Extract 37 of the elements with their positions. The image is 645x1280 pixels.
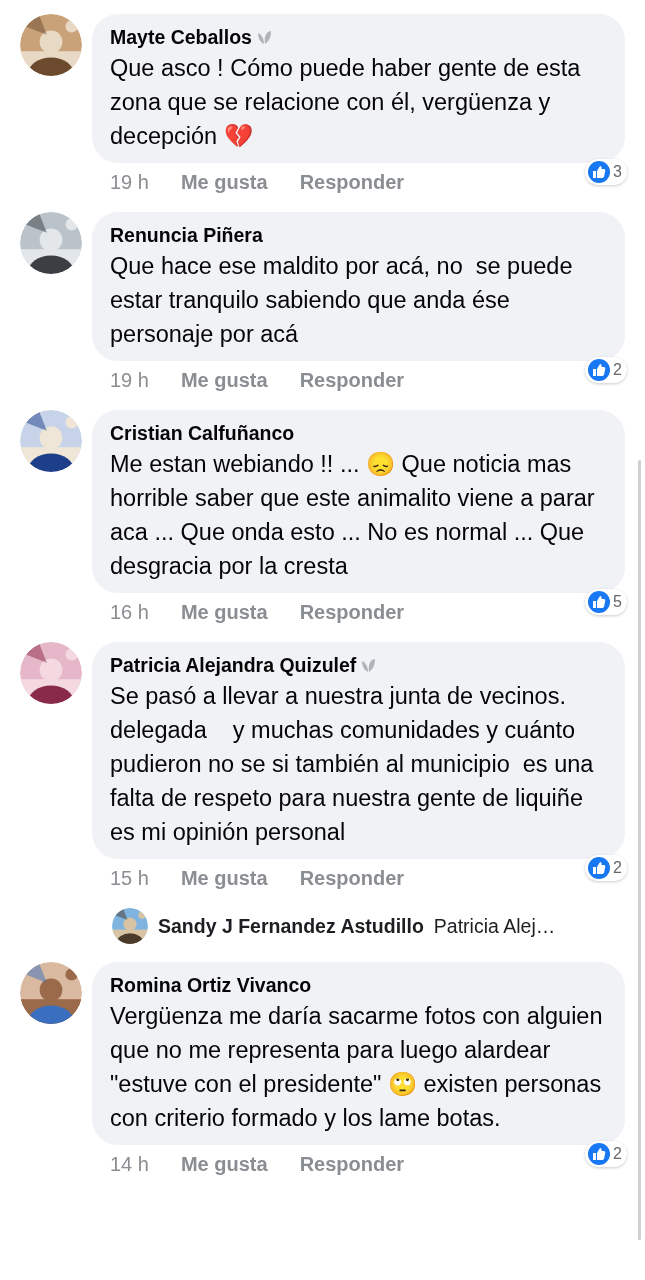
like-icon <box>588 591 611 613</box>
reply-link[interactable]: Responder <box>299 867 405 890</box>
reaction-count[interactable]: 2 <box>585 855 627 881</box>
comment-text: Vergüenza me daría sacarme fotos con alguien que no me representa para luego alardear "estuve con el presidente" 🙄 existen personas con criterio formado y los lame botas. <box>110 1002 604 1133</box>
timestamp: 19 h <box>110 171 149 194</box>
timestamp: 15 h <box>110 867 149 890</box>
reply-link[interactable]: Responder <box>299 369 405 392</box>
comment-text: Que hace ese maldito por acá, no se puede estar tranquilo sabiendo que anda ése personaje por acá <box>110 252 574 349</box>
reply-link[interactable]: Responder <box>299 601 405 624</box>
like-icon <box>588 359 611 381</box>
reaction-count[interactable]: 2 <box>585 357 627 383</box>
comment-text: Que asco ! Cómo puede haber gente de esta zona que se relacione con él, vergüenza y decepción 💔 <box>110 54 582 151</box>
author-name[interactable]: Sandy J Fernandez Astudillo <box>158 914 424 938</box>
like-link[interactable]: Me gusta <box>180 867 268 890</box>
timestamp: 19 h <box>110 369 149 392</box>
like-link[interactable]: Me gusta <box>180 369 268 392</box>
author-name[interactable]: Patricia Alejandra Quizulef <box>110 654 357 677</box>
timestamp: 14 h <box>110 1153 149 1176</box>
like-link[interactable]: Me gusta <box>180 1153 268 1176</box>
timestamp: 16 h <box>110 601 149 624</box>
like-link[interactable]: Me gusta <box>180 601 268 624</box>
reply-text: Patricia Alej… <box>433 914 556 938</box>
author-name[interactable]: Romina Ortiz Vivanco <box>110 974 312 997</box>
reaction-count[interactable]: 2 <box>585 1141 627 1167</box>
author-name[interactable]: Mayte Ceballos <box>110 26 252 49</box>
like-icon <box>588 161 611 183</box>
author-name[interactable]: Cristian Calfuñanco <box>110 422 295 445</box>
like-link[interactable]: Me gusta <box>180 171 268 194</box>
comment-text: Me estan webiando !! ... 😞 Que noticia mas horrible saber que este animalito viene a parar aca ... Que onda esto ... No es normal ... Que desgracia por la cresta <box>110 450 596 581</box>
reply-link[interactable]: Responder <box>299 1153 405 1176</box>
like-icon <box>588 1143 611 1165</box>
reply-link[interactable]: Responder <box>299 171 405 194</box>
like-icon <box>588 857 611 879</box>
author-name[interactable]: Renuncia Piñera <box>110 224 263 247</box>
reaction-count[interactable]: 5 <box>585 589 627 615</box>
comment-text: Se pasó a llevar a nuestra junta de vecinos. delegada y muchas comunidades y cuánto pudieron no se si también al municipio es una falta de respeto para nuestra gente de liquiñe es mi opinión personal <box>110 682 595 847</box>
reaction-count[interactable]: 3 <box>585 159 627 185</box>
